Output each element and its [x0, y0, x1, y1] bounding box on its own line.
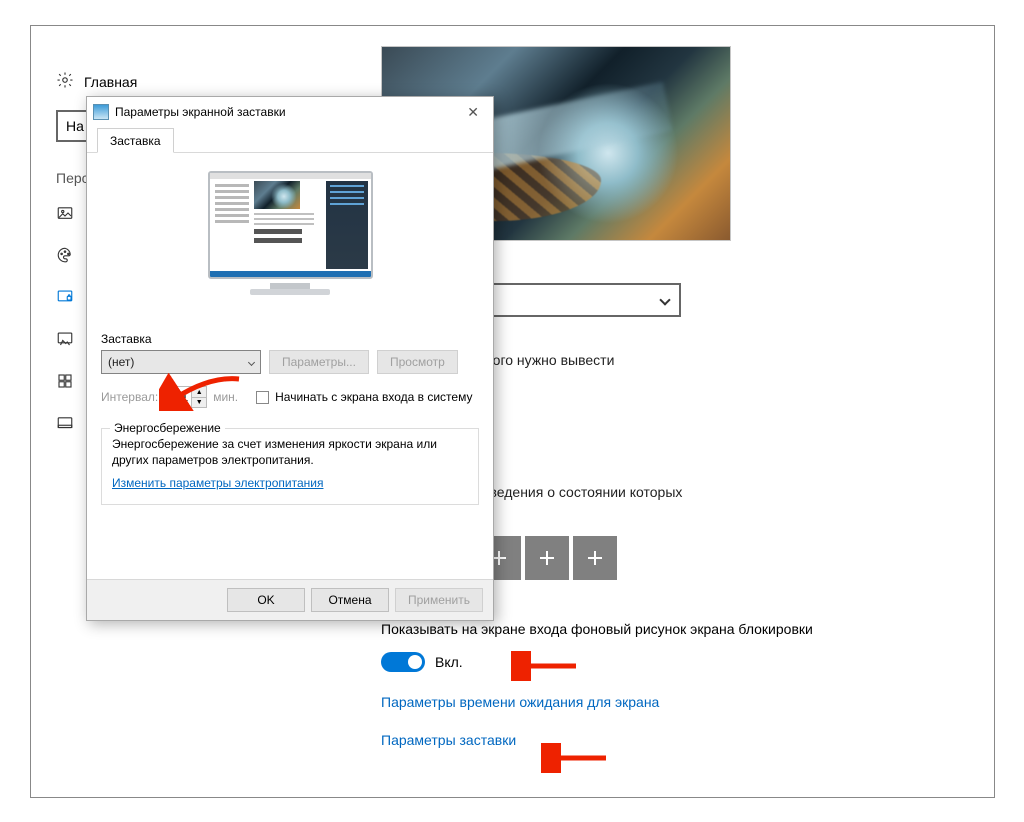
dialog-app-icon — [93, 104, 109, 120]
tile-add-2[interactable] — [525, 536, 569, 580]
palette-icon — [56, 246, 74, 264]
screensaver-settings-link[interactable]: Параметры заставки — [381, 732, 941, 748]
interval-input[interactable] — [165, 390, 191, 404]
taskbar-icon — [56, 414, 74, 432]
show-lock-bg-toggle[interactable] — [381, 652, 425, 672]
toggle-state-label: Вкл. — [435, 654, 463, 670]
ok-button[interactable]: OK — [227, 588, 305, 612]
home-label[interactable]: Главная — [84, 74, 137, 90]
image-icon — [56, 204, 74, 222]
themes-icon — [56, 330, 74, 348]
cancel-button[interactable]: Отмена — [311, 588, 389, 612]
resume-checkbox-label: Начинать с экрана входа в систему — [275, 390, 472, 404]
screensaver-settings-button: Параметры... — [269, 350, 369, 374]
screensaver-preview-button: Просмотр — [377, 350, 458, 374]
resume-checkbox[interactable] — [256, 391, 269, 404]
combobox-value: (нет) — [108, 355, 134, 369]
apply-button: Применить — [395, 588, 483, 612]
spin-down-icon[interactable]: ▼ — [192, 397, 206, 407]
power-settings-link[interactable]: Изменить параметры электропитания — [112, 476, 323, 490]
show-lock-bg-label: Показывать на экране входа фоновый рисун… — [381, 620, 941, 639]
power-fieldset: Энергосбережение Энергосбережение за сче… — [101, 428, 479, 505]
tab-screensaver[interactable]: Заставка — [97, 128, 174, 153]
tile-add-3[interactable] — [573, 536, 617, 580]
close-icon[interactable]: ✕ — [459, 104, 487, 121]
gear-icon — [56, 71, 74, 92]
spin-up-icon[interactable]: ▲ — [192, 387, 206, 397]
screensaver-dialog: Параметры экранной заставки ✕ Заставка — [86, 96, 494, 621]
interval-label: Интервал: — [101, 390, 158, 404]
chevron-down-icon — [659, 294, 670, 305]
chevron-down-icon — [248, 358, 255, 365]
dialog-tabstrip: Заставка — [87, 127, 493, 153]
screensaver-label: Заставка — [101, 332, 479, 346]
dialog-button-row: OK Отмена Применить — [87, 579, 493, 620]
screen-timeout-link[interactable]: Параметры времени ожидания для экрана — [381, 694, 941, 710]
lockscreen-icon — [56, 288, 74, 306]
interval-unit: мин. — [213, 390, 238, 404]
start-icon — [56, 372, 74, 390]
screensaver-combobox[interactable]: (нет) — [101, 350, 261, 374]
dialog-titlebar[interactable]: Параметры экранной заставки ✕ — [87, 97, 493, 127]
interval-spinner[interactable]: ▲ ▼ — [164, 386, 207, 408]
dialog-title: Параметры экранной заставки — [115, 105, 459, 119]
monitor-preview — [208, 171, 373, 306]
power-legend: Энергосбережение — [110, 421, 225, 435]
power-description: Энергосбережение за счет изменения яркос… — [112, 437, 468, 468]
